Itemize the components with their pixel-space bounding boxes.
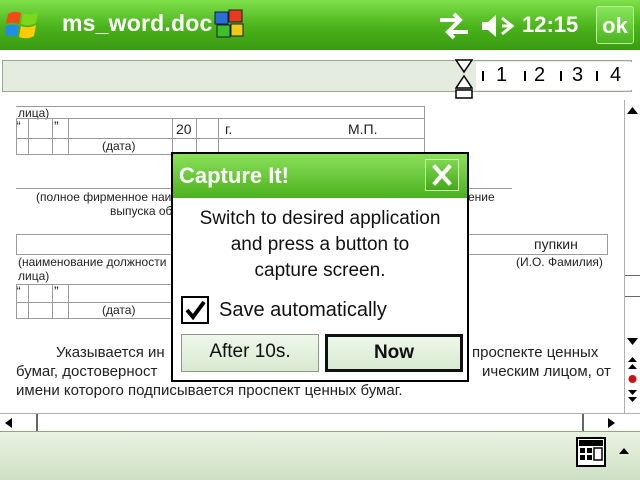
dialog-title-bar: Capture It! [173, 154, 467, 198]
ok-button[interactable]: ok [596, 6, 634, 44]
volume-icon[interactable] [480, 12, 514, 40]
close-icon [432, 164, 452, 186]
capture-dialog: Capture It! Switch to desired applicatio… [171, 152, 469, 382]
signer-name: пупкин [534, 236, 578, 252]
program-icon [214, 9, 244, 38]
now-button[interactable]: Now [325, 334, 463, 372]
arrow-down-icon [627, 338, 638, 345]
caret-up-icon[interactable] [618, 446, 630, 456]
doc-paragraph: проспекте ценных [472, 344, 599, 361]
scroll-thumb[interactable] [625, 275, 640, 297]
doc-text: г. [225, 121, 233, 137]
clock[interactable]: 12:15 [522, 12, 578, 38]
check-icon [185, 300, 206, 321]
ruler-number: 1 [496, 64, 508, 86]
arrow-up-icon [627, 107, 638, 114]
scroll-down-button[interactable] [625, 332, 640, 352]
close-button[interactable] [425, 159, 459, 191]
message-line: Switch to desired application [199, 208, 441, 229]
scroll-up-button[interactable] [625, 100, 640, 120]
doc-text: (полное фирменное наи [36, 190, 172, 204]
next-page-button[interactable] [625, 386, 640, 408]
doc-text: 20 [176, 121, 192, 137]
keyboard-icon[interactable] [576, 437, 606, 467]
doc-paragraph: бумаг, достоверност [16, 363, 158, 380]
circle-icon [628, 375, 637, 383]
doc-text: ” [54, 118, 59, 134]
ruler-number: 4 [610, 64, 622, 86]
ruler-scale: 1 2 3 4 [476, 62, 636, 90]
dialog-title: Capture It! [179, 163, 289, 188]
ruler-indent-marker[interactable] [455, 58, 473, 100]
doc-paragraph: ическим лицом, от [482, 363, 611, 380]
windows-start-icon[interactable] [5, 8, 41, 42]
scroll-thumb[interactable] [36, 414, 38, 431]
doc-text: М.П. [348, 121, 378, 137]
double-arrow-up-icon [628, 357, 637, 369]
prev-page-button[interactable] [625, 354, 640, 372]
double-arrow-down-icon [628, 390, 637, 402]
dialog-message: Switch to desired application and press … [173, 206, 467, 284]
message-line: capture screen. [254, 260, 386, 281]
vertical-scrollbar[interactable] [624, 100, 640, 413]
doc-text: (дата) [102, 139, 136, 153]
doc-text: выпуска об [110, 204, 173, 218]
message-line: and press a button to [230, 234, 410, 255]
ruler-number: 2 [534, 64, 546, 86]
doc-paragraph: Указывается ин [56, 344, 165, 361]
save-automatically-checkbox[interactable] [181, 296, 209, 324]
window-title: ms_word.doc [62, 10, 213, 36]
ruler-number: 3 [572, 64, 584, 86]
arrow-left-icon[interactable] [2, 416, 16, 430]
connectivity-icon[interactable] [438, 12, 470, 40]
doc-text: лица) [18, 269, 50, 283]
arrow-right-icon[interactable] [604, 416, 618, 430]
scroll-thumb[interactable] [582, 414, 584, 431]
checkbox-label[interactable]: Save automatically [219, 299, 387, 322]
doc-text: (И.О. Фамилия) [516, 255, 603, 269]
horizontal-scrollbar[interactable] [0, 413, 640, 431]
doc-paragraph: имени которого подписывается проспект це… [16, 382, 403, 399]
doc-text: (наименование должности [18, 255, 167, 269]
select-object-button[interactable] [625, 372, 640, 386]
doc-text: (дата) [102, 303, 136, 317]
menu-bar [0, 431, 640, 480]
after-10s-button[interactable]: After 10s. [181, 334, 319, 372]
doc-text: ” [54, 283, 59, 299]
doc-text: ение [468, 190, 495, 204]
